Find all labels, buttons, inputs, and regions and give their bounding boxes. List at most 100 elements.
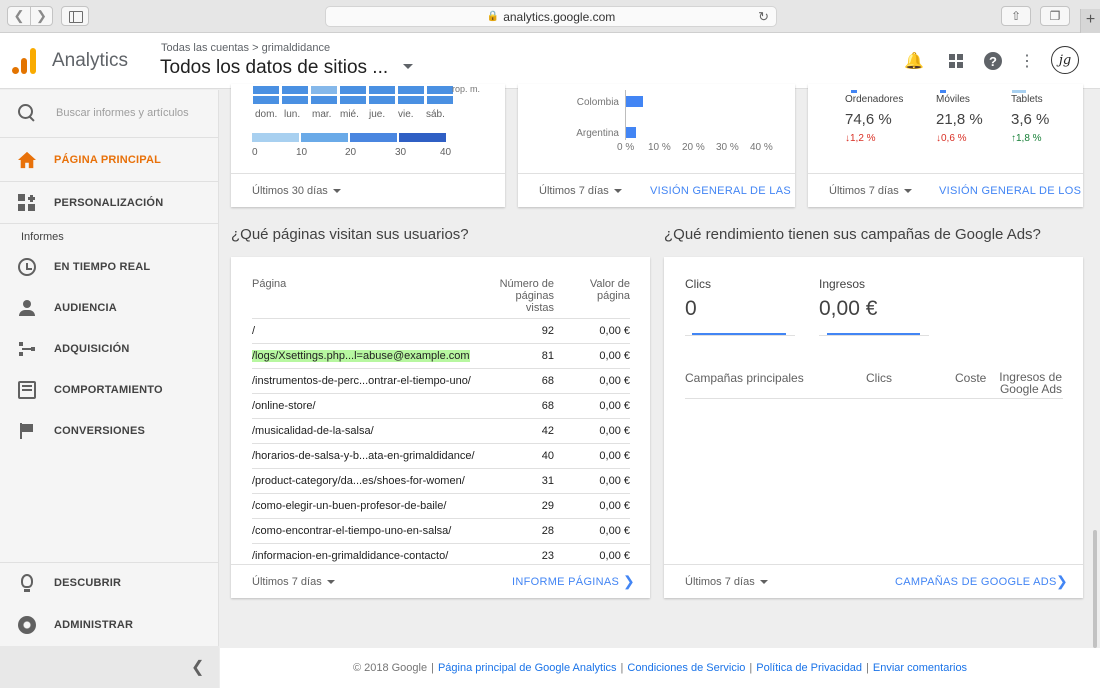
day-label: mar. (312, 109, 332, 120)
table-row[interactable]: /musicalidad-de-la-salsa/42 0,00 € (252, 418, 630, 443)
pageviews-cell: 40 (541, 450, 554, 462)
day-label: jue. (369, 109, 386, 120)
lock-icon: 🔒 (486, 11, 500, 22)
analytics-logo[interactable] (12, 48, 36, 74)
page-path[interactable]: /musicalidad-de-la-salsa/ (252, 425, 374, 437)
page-path[interactable]: /como-encontrar-el-tiempo-uno-en-salsa/ (252, 525, 451, 537)
table-row[interactable]: /logs/Xsettings.php...l=abuse@example.co… (252, 343, 630, 368)
page-path[interactable]: /como-elegir-un-buen-profesor-de-baile/ (252, 500, 446, 512)
sidebar-item-acquisition[interactable]: ADQUISICIÓN (0, 328, 219, 370)
pageviews-cell: 92 (541, 325, 554, 337)
page-value-cell: 0,00 € (599, 500, 630, 512)
avatar[interactable]: jg (1051, 46, 1079, 74)
chevron-right-icon[interactable]: ❯ (1056, 573, 1068, 590)
analytics-home-link[interactable]: Página principal de Google Analytics (438, 662, 617, 674)
chevron-right-icon[interactable]: ❯ (623, 573, 635, 590)
more-vert-icon[interactable]: ⋮ (1016, 50, 1038, 72)
table-row[interactable]: /online-store/68 0,00 € (252, 393, 630, 418)
date-range-selector[interactable]: Últimos 7 días (685, 576, 768, 588)
feedback-link[interactable]: Enviar comentarios (873, 662, 967, 674)
heatmap-row (253, 96, 453, 104)
page-value-cell: 0,00 € (599, 400, 630, 412)
device-marker (1012, 90, 1026, 93)
sidebar-item-label: CONVERSIONES (54, 425, 146, 437)
terms-link[interactable]: Condiciones de Servicio (627, 662, 745, 674)
sidebar-toggle-button[interactable] (61, 6, 89, 26)
privacy-link[interactable]: Política de Privacidad (756, 662, 862, 674)
browser-toolbar: ❮ ❯ 🔒 analytics.google.com ↻ ⇧ ❐ + (0, 0, 1100, 33)
date-range-selector[interactable]: Últimos 30 días (252, 185, 341, 197)
devices-overview-link[interactable]: VISIÓN GENERAL DE LOS MO (939, 185, 1083, 197)
card-footer: Últimos 7 días VISIÓN GENERAL DE LAS UB (518, 173, 795, 207)
search-input[interactable]: Buscar informes y artículos (56, 107, 189, 119)
page-path[interactable]: /informacion-en-grimaldidance-contacto/ (252, 550, 448, 562)
back-button[interactable]: ❮ (8, 7, 30, 25)
collapse-sidebar-button[interactable]: ❮ (0, 646, 219, 688)
sidebar-item-audience[interactable]: AUDIENCIA (0, 287, 219, 329)
scrollbar[interactable] (1093, 530, 1097, 648)
page-path[interactable]: /horarios-de-salsa-y-b...ata-en-grimaldi… (252, 450, 475, 462)
table-row[interactable]: / 92 0,00 € (252, 318, 630, 343)
clicks-baseline (685, 335, 795, 336)
date-range-selector[interactable]: Últimos 7 días (252, 576, 335, 588)
account-breadcrumb[interactable]: Todas las cuentas > grimaldidance (161, 42, 330, 54)
new-tab-button[interactable]: + (1080, 9, 1100, 33)
sidebar-item-behavior[interactable]: COMPORTAMIENTO (0, 369, 219, 411)
card-footer: Últimos 7 días VISIÓN GENERAL DE LOS MO (808, 173, 1083, 207)
device-change: ↓1,2 % (845, 133, 876, 144)
table-row[interactable]: /horarios-de-salsa-y-b...ata-en-grimaldi… (252, 443, 630, 468)
date-range-selector[interactable]: Últimos 7 días (539, 185, 622, 197)
date-range-selector[interactable]: Últimos 7 días (829, 185, 912, 197)
locations-overview-link[interactable]: VISIÓN GENERAL DE LAS UB (650, 185, 795, 197)
column-header-ads-revenue[interactable]: Ingresos de Google Ads (996, 371, 1062, 395)
table-divider (685, 398, 1063, 399)
tabs-overview-button[interactable]: ❐ (1040, 6, 1070, 26)
column-header-campaigns[interactable]: Campañas principales (685, 371, 804, 385)
page-path[interactable]: /logs/Xsettings.php...l=abuse@example.co… (252, 350, 470, 362)
help-icon[interactable]: ? (982, 50, 1004, 72)
sidebar-item-discover[interactable]: DESCUBRIR (0, 562, 219, 604)
sidebar-item-realtime[interactable]: EN TIEMPO REAL (0, 246, 219, 288)
table-row[interactable]: /como-elegir-un-buen-profesor-de-baile/2… (252, 493, 630, 518)
address-bar[interactable]: 🔒 analytics.google.com ↻ (325, 6, 777, 27)
sidebar-item-home[interactable]: PÁGINA PRINCIPAL (0, 139, 219, 181)
column-header-clicks[interactable]: Clics (866, 371, 892, 385)
gear-icon (18, 616, 36, 634)
sidebar-item-label: DESCUBRIR (54, 577, 122, 589)
page-path[interactable]: /online-store/ (252, 400, 316, 412)
sidebar-item-conversions[interactable]: CONVERSIONES (0, 410, 219, 452)
column-header-page[interactable]: Página (252, 278, 286, 290)
sidebar-item-customization[interactable]: PERSONALIZACIÓN (0, 182, 219, 224)
country-bar (626, 127, 637, 138)
page-path[interactable]: / (252, 325, 255, 337)
table-row[interactable]: /como-encontrar-el-tiempo-uno-en-salsa/2… (252, 518, 630, 543)
card-footer: Últimos 7 días INFORME PÁGINAS ❯ (231, 564, 650, 598)
apps-grid-icon[interactable] (945, 50, 967, 72)
page-value-cell: 0,00 € (599, 425, 630, 437)
device-marker (940, 90, 946, 93)
column-header-pageviews[interactable]: Número de páginas vistas (488, 278, 554, 314)
table-row[interactable]: /instrumentos-de-perc...ontrar-el-tiempo… (252, 368, 630, 393)
day-label: dom. (255, 109, 278, 120)
forward-button[interactable]: ❯ (30, 7, 52, 25)
share-button[interactable]: ⇧ (1001, 6, 1031, 26)
view-selector[interactable]: Todos los datos de sitios ... (160, 57, 388, 79)
sidebar-item-admin[interactable]: ADMINISTRAR (0, 604, 219, 646)
page-value-cell: 0,00 € (599, 550, 630, 562)
legend-swatch (399, 133, 446, 142)
page-path[interactable]: /product-category/da...es/shoes-for-wome… (252, 475, 465, 487)
pages-report-link[interactable]: INFORME PÁGINAS (512, 576, 619, 588)
country-label: Colombia (576, 97, 619, 108)
google-ads-campaigns-link[interactable]: CAMPAÑAS DE GOOGLE ADS (895, 576, 1057, 588)
column-header-cost[interactable]: Coste (955, 371, 986, 385)
table-row[interactable]: /product-category/da...es/shoes-for-wome… (252, 468, 630, 493)
url-text: analytics.google.com (503, 9, 616, 24)
bell-icon[interactable]: 🔔 (903, 50, 925, 72)
chevron-down-icon[interactable] (403, 64, 413, 69)
column-header-page-value[interactable]: Valor de página (578, 278, 630, 302)
page-path[interactable]: /instrumentos-de-perc...ontrar-el-tiempo… (252, 375, 471, 387)
app-name[interactable]: Analytics (52, 50, 128, 72)
search-reports[interactable]: Buscar informes y artículos (0, 90, 219, 138)
card-footer: Últimos 7 días CAMPAÑAS DE GOOGLE ADS ❯ (664, 564, 1083, 598)
reload-icon[interactable]: ↻ (758, 9, 769, 25)
